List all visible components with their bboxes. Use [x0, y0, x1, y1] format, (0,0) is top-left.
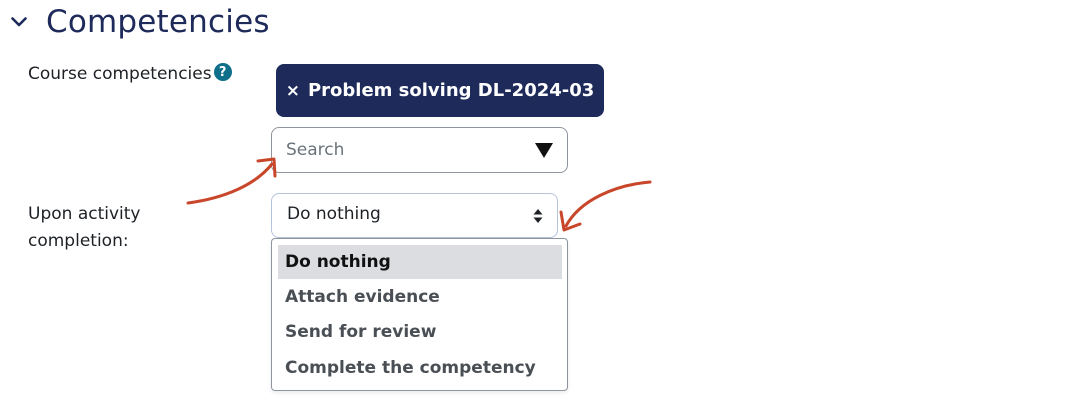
annotation-arrow-select — [559, 180, 652, 232]
